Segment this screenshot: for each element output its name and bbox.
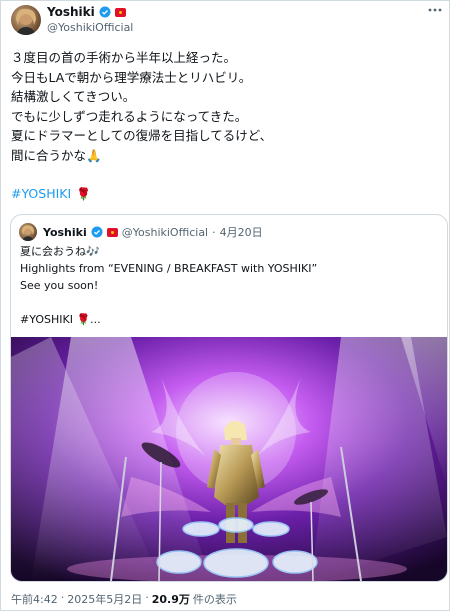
tweet-body: ３度目の首の手術から半年以上経った。 今日もLAで朝から理学療法士とリハビリ。 … bbox=[11, 50, 273, 163]
japan-flag-icon bbox=[106, 227, 118, 237]
japan-flag-icon bbox=[114, 7, 126, 17]
verified-badge-icon bbox=[91, 226, 103, 238]
author-name[interactable]: Yoshiki bbox=[47, 5, 95, 19]
views-label: 件の表示 bbox=[192, 593, 237, 606]
more-options-icon[interactable] bbox=[427, 3, 443, 19]
quote-author-handle: @YoshikiOfficial bbox=[121, 225, 209, 239]
footer-separator: · bbox=[60, 591, 65, 604]
quote-media-image[interactable] bbox=[11, 337, 447, 581]
tweet-card: Yoshiki @YoshikiOfficial ３度目の首の手術から半年以上経… bbox=[0, 0, 450, 611]
author-handle[interactable]: @YoshikiOfficial bbox=[47, 21, 133, 34]
quote-body: 夏に会おうね🎶 Highlights from “EVENING / BREAK… bbox=[20, 245, 318, 326]
views-count: 20.9万 bbox=[151, 593, 190, 606]
quote-separator: · bbox=[212, 225, 216, 239]
hashtag-link[interactable]: #YOSHIKI bbox=[11, 186, 71, 201]
quote-date: 4月20日 bbox=[219, 226, 263, 239]
tweet-time[interactable]: 午前4:42 bbox=[11, 591, 58, 607]
tweet-date[interactable]: 2025年5月2日 bbox=[67, 591, 142, 607]
footer-separator: · bbox=[145, 591, 149, 604]
quote-author-avatar bbox=[19, 223, 37, 241]
author-name-row[interactable]: Yoshiki bbox=[47, 5, 126, 19]
quote-author-name: Yoshiki bbox=[43, 225, 87, 239]
quoted-tweet[interactable]: Yoshiki @YoshikiOfficial · 4月20日 夏に会おうね🎶… bbox=[10, 214, 448, 582]
author-avatar[interactable] bbox=[11, 5, 41, 35]
verified-badge-icon bbox=[99, 6, 111, 18]
hashtag-row: #YOSHIKI 🌹 bbox=[11, 186, 91, 201]
tweet-footer: 午前4:42 · 2025年5月2日 · 20.9万 件の表示 bbox=[11, 591, 237, 607]
quote-header: Yoshiki @YoshikiOfficial · 4月20日 bbox=[43, 224, 263, 240]
rose-icon: 🌹 bbox=[76, 186, 92, 201]
